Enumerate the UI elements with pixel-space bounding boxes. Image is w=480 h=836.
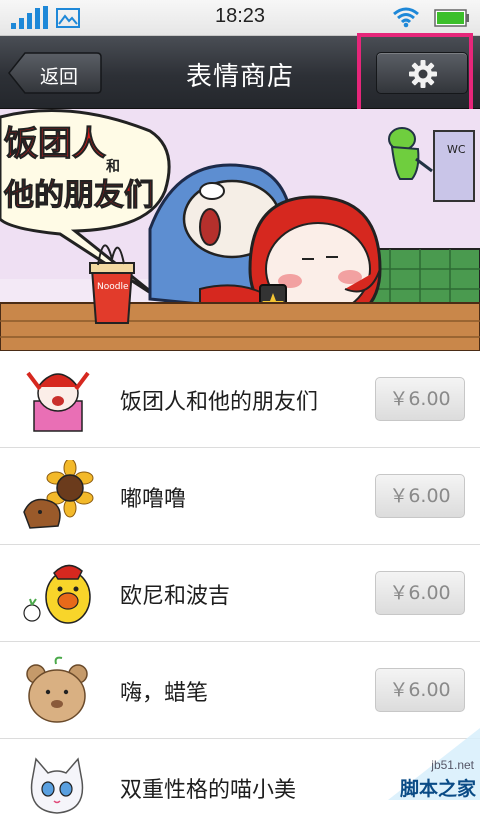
sticker-name: 嗨，蜡笔 <box>120 681 209 706</box>
wifi-icon <box>393 7 419 28</box>
sticker-name: 双重性格的喵小美 <box>120 778 297 803</box>
battery-icon <box>434 9 469 27</box>
banner-illustration: WC 饭团人 和 他的朋友们 Noodle <box>0 109 480 351</box>
door-label: WC <box>447 143 466 156</box>
sticker-thumb-rice-ball <box>26 371 90 432</box>
price-button[interactable]: ￥6.00 <box>375 377 465 421</box>
title-bar: 返回 表情商店 <box>0 36 480 109</box>
list-item[interactable]: 嘟噜噜 ￥6.00 <box>0 448 480 545</box>
sticker-name: 欧尼和波吉 <box>120 584 231 609</box>
price-button[interactable]: ￥6.00 <box>375 474 465 518</box>
watermark: jb51.net 脚本之家 <box>388 728 480 800</box>
featured-banner[interactable]: WC 饭团人 和 他的朋友们 Noodle <box>0 109 480 351</box>
watermark-text: 脚本之家 <box>399 778 476 800</box>
banner-headline-2: 他的朋友们 <box>3 178 154 213</box>
sticker-thumb-sunflower <box>23 460 94 529</box>
banner-headline-1: 饭团人 <box>4 124 106 164</box>
settings-button[interactable] <box>376 52 468 94</box>
list-item[interactable]: 饭团人和他的朋友们 ￥6.00 <box>0 351 480 448</box>
sticker-name: 饭团人和他的朋友们 <box>120 390 319 415</box>
watermark-url: jb51.net <box>431 758 474 772</box>
sticker-thumb-cat <box>30 757 84 814</box>
sticker-thumb-chick <box>23 564 91 624</box>
sticker-thumb-bear <box>26 656 88 723</box>
price-button[interactable]: ￥6.00 <box>375 571 465 615</box>
status-bar: 18:23 <box>0 0 480 36</box>
banner-headline-mid: 和 <box>106 159 120 175</box>
sticker-name: 嘟噜噜 <box>120 487 187 512</box>
list-item[interactable]: 嗨，蜡笔 ￥6.00 <box>0 642 480 739</box>
gear-icon <box>409 60 437 88</box>
noodle-label: Noodle <box>97 282 129 292</box>
price-button[interactable]: ￥6.00 <box>375 668 465 712</box>
list-item[interactable]: 欧尼和波吉 ￥6.00 <box>0 545 480 642</box>
